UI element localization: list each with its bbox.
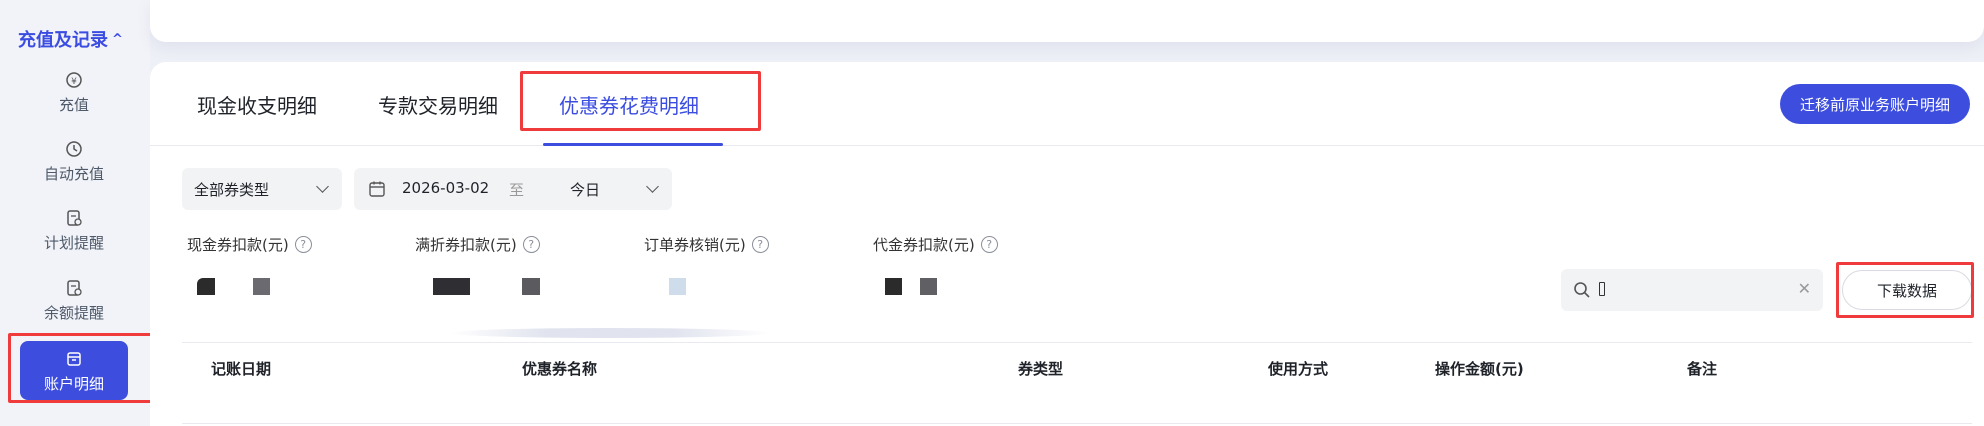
tab-bar: 现金收支明细 专款交易明细 优惠券花费明细: [150, 62, 1984, 146]
chevron-up-icon: ^: [112, 31, 123, 47]
redacted-value-block: [253, 278, 270, 295]
date-end[interactable]: 今日: [570, 179, 600, 200]
plan-reminder-icon: [67, 210, 82, 226]
download-data-button[interactable]: 下载数据: [1842, 270, 1972, 310]
help-icon[interactable]: ?: [522, 236, 540, 253]
recharge-icon: ¥: [66, 72, 82, 88]
sidebar-item-label: 余额提醒: [43, 304, 104, 322]
sidebar: 充值及记录 ^ ¥ 充值 自动充值 计划提醒 余额提醒 账户明细: [0, 0, 156, 426]
tab-special-fund-details[interactable]: 专款交易明细: [378, 90, 498, 119]
redacted-value-block: [522, 278, 540, 295]
summary-label: 满折券扣款(元): [415, 236, 517, 254]
search-icon: [1574, 282, 1590, 298]
summary-voucher: 代金券扣款(元) ?: [873, 234, 998, 255]
sidebar-section-title: 充值及记录: [18, 30, 108, 51]
coupon-type-select[interactable]: 全部券类型: [182, 168, 342, 210]
balance-reminder-icon: [67, 280, 82, 296]
sidebar-item-account-details[interactable]: 账户明细: [20, 341, 128, 400]
summary-label: 订单券核销(元): [644, 236, 746, 254]
chevron-down-icon: [646, 180, 659, 193]
active-tab-underline: [543, 143, 723, 146]
auto-recharge-icon: [66, 141, 82, 157]
column-header-amount[interactable]: 操作金额(元): [1435, 358, 1524, 379]
redacted-value-block: [433, 278, 470, 295]
date-separator: 至: [509, 181, 525, 199]
chevron-down-icon: [316, 180, 329, 193]
redacted-value-block: [669, 278, 686, 295]
migrate-details-button[interactable]: 迁移前原业务账户明细: [1779, 84, 1970, 124]
sidebar-item-label: 充值: [58, 96, 89, 114]
search-input[interactable]: [1611, 279, 1791, 301]
summary-discount-coupon: 满折券扣款(元) ?: [415, 234, 540, 255]
search-box[interactable]: ✕: [1561, 269, 1823, 311]
column-header-usage[interactable]: 使用方式: [1268, 358, 1328, 379]
table-top-border: [182, 342, 1972, 343]
tab-coupon-spend-details[interactable]: 优惠券花费明细: [559, 90, 699, 119]
sidebar-item-label: 计划提醒: [43, 234, 104, 252]
top-card: [150, 0, 1984, 42]
main-card: 现金收支明细 专款交易明细 优惠券花费明细 迁移前原业务账户明细 全部券类型 2…: [150, 62, 1984, 426]
help-icon[interactable]: ?: [751, 236, 769, 253]
sidebar-section-recharge-records[interactable]: 充值及记录 ^: [18, 26, 123, 52]
redacted-value-block: [885, 278, 902, 295]
date-range-picker[interactable]: 2026-03-02 至 今日: [354, 168, 672, 210]
help-icon[interactable]: ?: [980, 236, 998, 253]
column-header-coupon-name[interactable]: 优惠券名称: [522, 358, 597, 379]
summary-order-coupon: 订单券核销(元) ?: [644, 234, 769, 255]
column-header-date[interactable]: 记账日期: [211, 358, 271, 379]
summary-label: 代金券扣款(元): [873, 236, 975, 254]
redacted-value-block: [197, 278, 215, 295]
clear-icon[interactable]: ✕: [1798, 279, 1811, 298]
help-icon[interactable]: ?: [294, 236, 312, 253]
table-header-border: [182, 423, 1972, 424]
coupon-type-value: 全部券类型: [194, 180, 270, 199]
tab-cash-details[interactable]: 现金收支明细: [197, 90, 317, 119]
summary-label: 现金券扣款(元): [187, 236, 289, 254]
redacted-value-block: [920, 278, 937, 295]
calendar-icon: [369, 181, 385, 197]
scroll-shadow: [450, 328, 770, 338]
sidebar-item-auto-recharge[interactable]: 自动充值: [20, 139, 128, 184]
account-details-icon: [67, 352, 81, 366]
svg-text:¥: ¥: [71, 77, 77, 87]
sidebar-section-cutoff: [18, 416, 98, 426]
sidebar-item-label: 账户明细: [43, 375, 104, 393]
column-header-notes[interactable]: 备注: [1687, 358, 1717, 379]
sidebar-item-recharge[interactable]: ¥ 充值: [20, 70, 128, 115]
sidebar-item-plan-reminder[interactable]: 计划提醒: [20, 208, 128, 253]
date-start[interactable]: 2026-03-02: [402, 179, 489, 197]
column-header-coupon-type[interactable]: 券类型: [1018, 358, 1063, 379]
summary-cash-coupon: 现金券扣款(元) ?: [187, 234, 312, 255]
text-cursor: [1599, 282, 1605, 296]
sidebar-item-balance-reminder[interactable]: 余额提醒: [20, 278, 128, 323]
sidebar-item-label: 自动充值: [43, 165, 104, 183]
